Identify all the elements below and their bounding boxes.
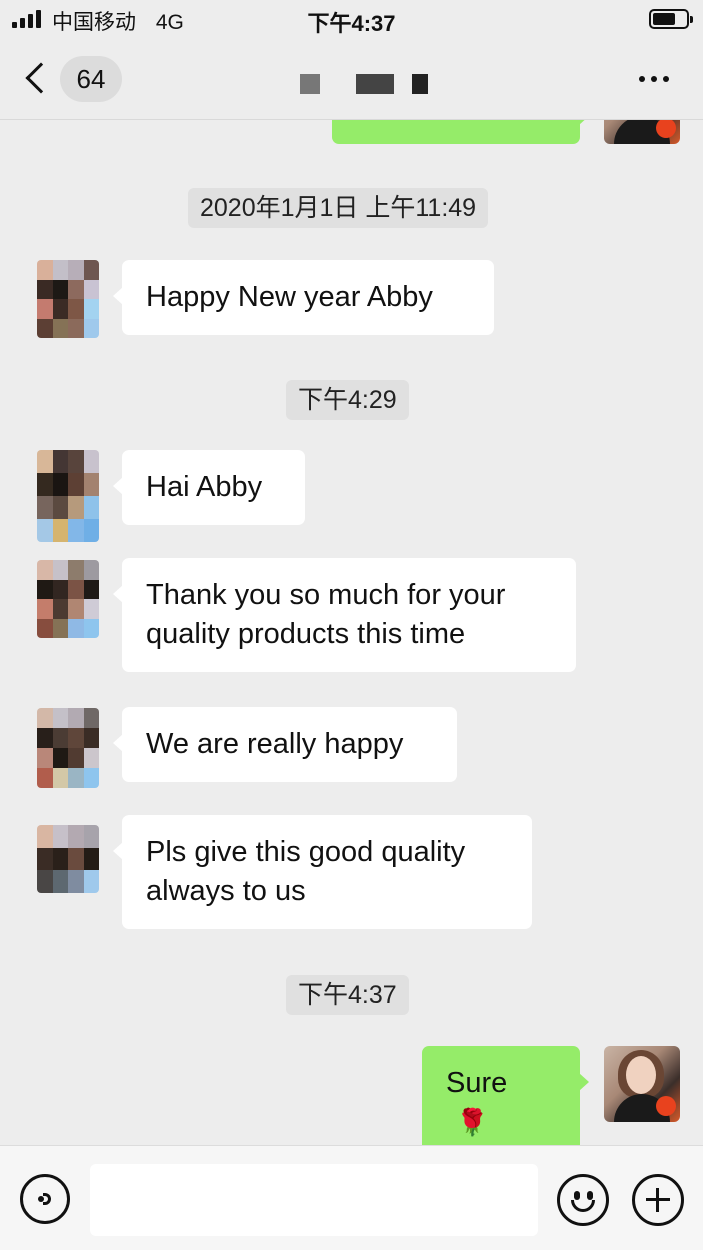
more-options-icon[interactable] (639, 76, 669, 82)
voice-input-icon[interactable] (20, 1174, 70, 1224)
message-text: Thank you so much for your quality produ… (146, 579, 506, 650)
message-bubble[interactable]: Thank you so much for your quality produ… (113, 558, 576, 672)
chat-header: 64 (0, 40, 703, 120)
message-input[interactable] (90, 1164, 538, 1236)
timestamp: 2020年1月1日 上午11:49 (188, 188, 489, 228)
message-bubble-outgoing[interactable]: Sure 🌹 (422, 1046, 589, 1145)
contact-avatar[interactable] (37, 825, 99, 893)
message-bubble[interactable]: Happy New year Abby (113, 260, 494, 335)
emoji-icon[interactable] (557, 1174, 609, 1226)
contact-name-pixelated (300, 74, 428, 94)
message-text: Pls give this good quality always to us (146, 836, 466, 907)
contact-avatar[interactable] (37, 450, 99, 542)
status-time: 下午4:37 (307, 11, 396, 36)
message-text: Happy New year Abby (146, 281, 433, 313)
message-input-bar (0, 1145, 703, 1250)
previous-outgoing-bubble[interactable] (332, 120, 589, 144)
unread-count-badge[interactable]: 64 (60, 56, 122, 102)
contact-avatar[interactable] (37, 560, 99, 638)
message-text: We are really happy (146, 728, 404, 760)
message-bubble[interactable]: We are really happy (113, 707, 457, 782)
message-bubble[interactable]: Pls give this good quality always to us (113, 815, 532, 929)
contact-avatar[interactable] (37, 708, 99, 788)
contact-avatar[interactable] (37, 260, 99, 338)
message-text: Hai Abby (146, 471, 263, 503)
timestamp: 下午4:37 (286, 975, 409, 1015)
message-bubble[interactable]: Hai Abby (113, 450, 305, 525)
rose-emoji-icon: 🌹 (456, 1107, 489, 1137)
plus-icon[interactable] (632, 1174, 684, 1226)
my-avatar[interactable] (604, 120, 680, 144)
timestamp: 下午4:29 (286, 380, 409, 420)
message-text: Sure (446, 1067, 508, 1099)
my-avatar[interactable] (604, 1046, 680, 1122)
status-bar: 中国移动 4G 下午4:37 (0, 0, 703, 40)
battery-icon (649, 9, 693, 29)
back-chevron-icon[interactable] (25, 62, 57, 94)
chat-message-list[interactable]: 2020年1月1日 上午11:49 Happy New year Abby 下午… (0, 120, 703, 1145)
